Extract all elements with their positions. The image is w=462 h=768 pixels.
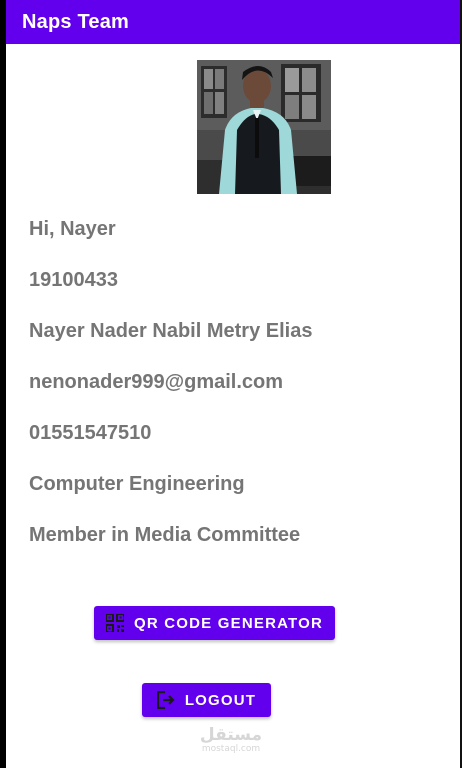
- greeting-text: Hi, Nayer: [29, 218, 116, 240]
- profile-photo: [197, 60, 331, 194]
- qr-code-generator-label: QR CODE GENERATOR: [133, 614, 324, 632]
- app-title: Naps Team: [22, 10, 130, 33]
- logout-label: LOGOUT: [184, 691, 257, 709]
- email-text: nenonader999@gmail.com: [29, 371, 284, 393]
- qr-code-generator-button[interactable]: QR CODE GENERATOR: [94, 606, 335, 640]
- watermark-url: mostaql.com: [201, 744, 261, 754]
- logout-icon: [156, 691, 175, 709]
- student-id-text: 19100433: [29, 269, 118, 291]
- department-text: Computer Engineering: [29, 473, 245, 495]
- qr-code-icon: [105, 614, 124, 632]
- profile-photo-image: [197, 60, 331, 194]
- app-bar: Naps Team: [6, 0, 460, 44]
- full-name-text: Nayer Nader Nabil Metry Elias: [29, 320, 313, 342]
- profile-screen: Naps Team Hi, Nayer 19100433 Nayer Nader…: [0, 0, 462, 768]
- watermark-logo: مستقل: [199, 725, 263, 745]
- role-text: Member in Media Committee: [29, 524, 301, 546]
- watermark: مستقل mostaql.com: [198, 726, 264, 754]
- left-edge: [0, 0, 6, 768]
- logout-button[interactable]: LOGOUT: [142, 683, 271, 717]
- phone-text: 01551547510: [29, 422, 152, 444]
